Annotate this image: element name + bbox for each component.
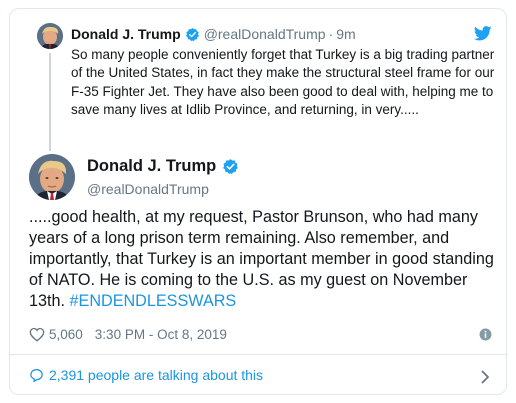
parent-author-handle[interactable]: @realDonaldTrump xyxy=(204,26,326,42)
chevron-right-icon[interactable] xyxy=(481,370,490,384)
parent-tweet-time[interactable]: 9m xyxy=(336,26,355,42)
parent-author-name[interactable]: Donald J. Trump xyxy=(71,26,181,42)
tweet-embed-card[interactable]: Donald J. Trump @realDonaldTrump · 9m So… xyxy=(9,8,507,395)
verified-badge-icon xyxy=(223,159,239,175)
talking-count-text[interactable]: 2,391 people are talking about this xyxy=(49,367,263,383)
verified-badge-icon xyxy=(185,27,199,41)
divider xyxy=(10,354,506,355)
parent-tweet-text: So many people conveniently forget that … xyxy=(71,47,495,117)
twitter-bird-icon[interactable] xyxy=(474,26,492,41)
main-tweet-text: .....good health, at my request, Pastor … xyxy=(29,207,499,312)
heart-icon[interactable] xyxy=(29,327,45,342)
main-author-handle[interactable]: @realDonaldTrump xyxy=(87,181,209,197)
conversation-link[interactable]: 2,391 people are talking about this xyxy=(29,367,263,383)
parent-tweet-header: Donald J. Trump @realDonaldTrump · 9m xyxy=(71,26,356,42)
parent-avatar[interactable] xyxy=(37,23,63,49)
hashtag-link[interactable]: #ENDENDLESSWARS xyxy=(70,292,237,310)
main-avatar[interactable] xyxy=(29,154,75,200)
like-count[interactable]: 5,060 xyxy=(49,327,83,342)
speech-bubble-icon xyxy=(30,368,43,382)
tweet-meta: 5,060 3:30 PM - Oct 8, 2019 xyxy=(29,327,227,342)
tweet-timestamp[interactable]: 3:30 PM - Oct 8, 2019 xyxy=(95,327,227,342)
main-author-name[interactable]: Donald J. Trump xyxy=(87,157,216,176)
parent-tweet[interactable]: Donald J. Trump @realDonaldTrump · 9m So… xyxy=(10,9,506,151)
separator-dot: · xyxy=(328,26,334,42)
thread-line xyxy=(49,53,51,151)
main-author-name-row: Donald J. Trump xyxy=(87,157,243,176)
trump-avatar-image xyxy=(37,23,63,49)
trump-avatar-image xyxy=(29,154,75,200)
info-icon[interactable] xyxy=(479,328,492,341)
